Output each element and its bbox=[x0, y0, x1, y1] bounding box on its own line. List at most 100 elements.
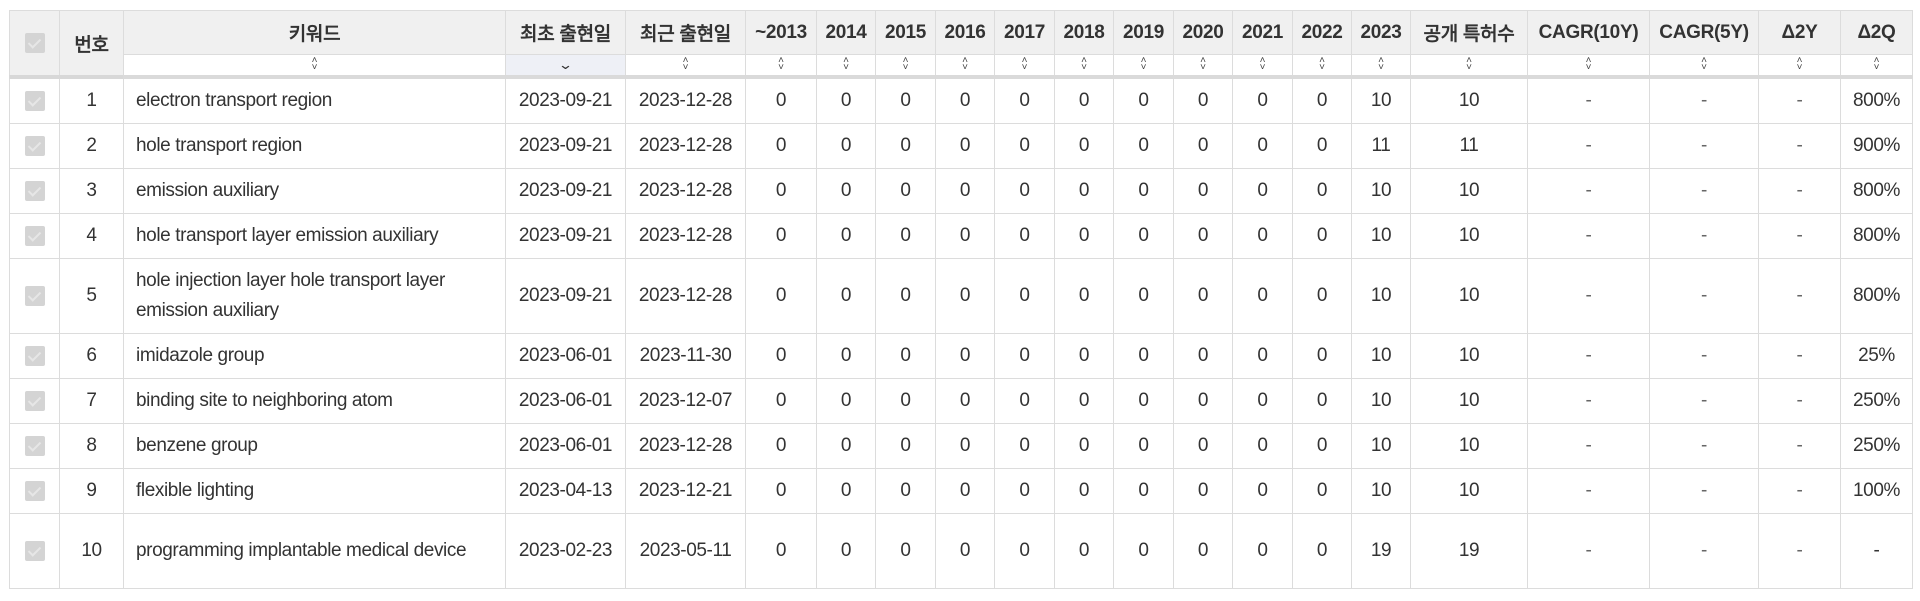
select-all-checkbox[interactable] bbox=[24, 32, 45, 53]
year-count-~2013: 0 bbox=[745, 378, 817, 424]
sort-both-icon: ˄ ˅ bbox=[1796, 55, 1803, 73]
row-checkbox[interactable] bbox=[24, 390, 45, 411]
sort-both-icon: ˄ ˅ bbox=[1701, 55, 1707, 73]
year-count-2021: 0 bbox=[1232, 168, 1293, 214]
year-count-2022: 0 bbox=[1292, 168, 1352, 214]
year-count-~2013: 0 bbox=[745, 168, 817, 214]
cagr-5y: - bbox=[1649, 76, 1759, 124]
delta-2y: - bbox=[1758, 168, 1841, 214]
year-count-2022: 0 bbox=[1292, 333, 1352, 379]
year-count-2014: 0 bbox=[816, 168, 876, 214]
sort-toggle-cagr5[interactable]: ˄ ˅ bbox=[1649, 54, 1759, 79]
year-count-2020: 0 bbox=[1173, 213, 1233, 259]
year-count-2023: 10 bbox=[1351, 76, 1411, 124]
sort-toggle-y2017[interactable]: ˄ ˅ bbox=[994, 54, 1055, 79]
sort-toggle-d2q[interactable]: ˄ ˅ bbox=[1840, 54, 1913, 79]
sort-toggle-d2y[interactable]: ˄ ˅ bbox=[1758, 54, 1841, 79]
sort-toggle-y2020[interactable]: ˄ ˅ bbox=[1173, 54, 1233, 79]
table-row[interactable]: 7 binding site to neighboring atom 2023-06… bbox=[9, 378, 1913, 424]
year-count-2017: 0 bbox=[994, 213, 1055, 259]
year-count-~2013: 0 bbox=[745, 333, 817, 379]
table-row[interactable]: 1 electron transport region 2023-09-21 2023… bbox=[9, 76, 1913, 124]
year-count-2020: 0 bbox=[1173, 168, 1233, 214]
year-count-2022: 0 bbox=[1292, 213, 1352, 259]
year-count-2018: 0 bbox=[1054, 513, 1114, 589]
year-count-2017: 0 bbox=[994, 423, 1055, 469]
row-checkbox[interactable] bbox=[24, 435, 45, 456]
sort-both-icon: ˄ ˅ bbox=[843, 55, 849, 73]
row-checkbox[interactable] bbox=[24, 540, 45, 561]
year-count-~2013: 0 bbox=[745, 76, 817, 124]
cagr-5y: - bbox=[1649, 513, 1759, 589]
sort-toggle-patents[interactable]: ˄ ˅ bbox=[1410, 54, 1528, 79]
row-checkbox[interactable] bbox=[24, 480, 45, 501]
sort-toggle-y2018[interactable]: ˄ ˅ bbox=[1054, 54, 1114, 79]
sort-toggle-y2013[interactable]: ˄ ˅ bbox=[745, 54, 817, 79]
sort-toggle-y2023[interactable]: ˄ ˅ bbox=[1351, 54, 1411, 79]
column-header-y2018: 2018 bbox=[1054, 10, 1114, 55]
sort-toggle-y2021[interactable]: ˄ ˅ bbox=[1232, 54, 1293, 79]
delta-2q: 800% bbox=[1840, 213, 1913, 259]
year-count-2022: 0 bbox=[1292, 258, 1352, 334]
keyword-table: 번호 키워드 최초 출현일 최근 출현일 ~2013 2014 2015 2016 2017 20… bbox=[9, 10, 1913, 589]
delta-2q: 250% bbox=[1840, 378, 1913, 424]
last-seen-date: 2023-12-28 bbox=[625, 123, 746, 169]
last-seen-date: 2023-12-21 bbox=[625, 468, 746, 514]
row-checkbox[interactable] bbox=[24, 180, 45, 201]
delta-2y: - bbox=[1758, 513, 1841, 589]
table-row[interactable]: 6 imidazole group 2023-06-01 2023-11-30 0 0 0 0… bbox=[9, 333, 1913, 379]
row-checkbox-cell bbox=[9, 513, 60, 589]
column-header-y2019: 2019 bbox=[1113, 10, 1174, 55]
row-checkbox[interactable] bbox=[24, 225, 45, 246]
table-row[interactable]: 10 programming implantable medical device… bbox=[9, 513, 1913, 589]
sort-toggle-y2016[interactable]: ˄ ˅ bbox=[935, 54, 995, 79]
sort-toggle-cagr10[interactable]: ˄ ˅ bbox=[1527, 54, 1650, 79]
delta-2q: 800% bbox=[1840, 168, 1913, 214]
last-seen-date: 2023-12-28 bbox=[625, 423, 746, 469]
column-header-last_seen: 최근 출현일 bbox=[625, 10, 746, 55]
year-count-2017: 0 bbox=[994, 468, 1055, 514]
year-count-2022: 0 bbox=[1292, 378, 1352, 424]
row-checkbox[interactable] bbox=[24, 285, 45, 306]
published-patent-count: 10 bbox=[1410, 468, 1528, 514]
column-header-y2015: 2015 bbox=[875, 10, 936, 55]
year-count-2018: 0 bbox=[1054, 123, 1114, 169]
row-checkbox[interactable] bbox=[24, 90, 45, 111]
year-count-2021: 0 bbox=[1232, 258, 1293, 334]
column-header-keyword: 키워드 bbox=[123, 10, 506, 55]
year-count-2018: 0 bbox=[1054, 213, 1114, 259]
table-row[interactable]: 2 hole transport region 2023-09-21 2023-12-… bbox=[9, 123, 1913, 169]
cagr-10y: - bbox=[1527, 76, 1650, 124]
last-seen-date: 2023-12-28 bbox=[625, 76, 746, 124]
sort-toggle-y2014[interactable]: ˄ ˅ bbox=[816, 54, 876, 79]
row-checkbox[interactable] bbox=[24, 135, 45, 156]
year-count-2020: 0 bbox=[1173, 513, 1233, 589]
year-count-2021: 0 bbox=[1232, 513, 1293, 589]
sort-toggle-y2019[interactable]: ˄ ˅ bbox=[1113, 54, 1174, 79]
table-row[interactable]: 5 hole injection layer hole transport lay… bbox=[9, 258, 1913, 334]
keyword-cell: electron transport region bbox=[123, 76, 506, 124]
row-checkbox-cell bbox=[9, 378, 60, 424]
table-row[interactable]: 4 hole transport layer emission auxiliary… bbox=[9, 213, 1913, 259]
published-patent-count: 11 bbox=[1410, 123, 1528, 169]
cagr-10y: - bbox=[1527, 258, 1650, 334]
column-header-y2016: 2016 bbox=[935, 10, 995, 55]
published-patent-count: 19 bbox=[1410, 513, 1528, 589]
sort-toggle-keyword[interactable]: ˄ ˅ bbox=[123, 54, 506, 79]
table-row[interactable]: 9 flexible lighting 2023-04-13 2023-12-21 0 0… bbox=[9, 468, 1913, 514]
year-count-2019: 0 bbox=[1113, 123, 1174, 169]
row-checkbox[interactable] bbox=[24, 345, 45, 366]
first-seen-date: 2023-06-01 bbox=[505, 333, 626, 379]
row-number: 8 bbox=[59, 423, 124, 469]
sort-toggle-y2015[interactable]: ˄ ˅ bbox=[875, 54, 936, 79]
sort-toggle-first_seen[interactable]: ⌄ bbox=[505, 54, 626, 79]
sort-toggle-y2022[interactable]: ˄ ˅ bbox=[1292, 54, 1352, 79]
table-row[interactable]: 3 emission auxiliary 2023-09-21 2023-12-28 0… bbox=[9, 168, 1913, 214]
keyword-cell: binding site to neighboring atom bbox=[123, 378, 506, 424]
table-row[interactable]: 8 benzene group 2023-06-01 2023-12-28 0 0 0 0 0 0… bbox=[9, 423, 1913, 469]
row-number: 3 bbox=[59, 168, 124, 214]
year-count-2022: 0 bbox=[1292, 423, 1352, 469]
sort-toggle-last_seen[interactable]: ˄ ˅ bbox=[625, 54, 746, 79]
select-all-checkbox-cell bbox=[9, 10, 60, 78]
column-header-y2022: 2022 bbox=[1292, 10, 1352, 55]
